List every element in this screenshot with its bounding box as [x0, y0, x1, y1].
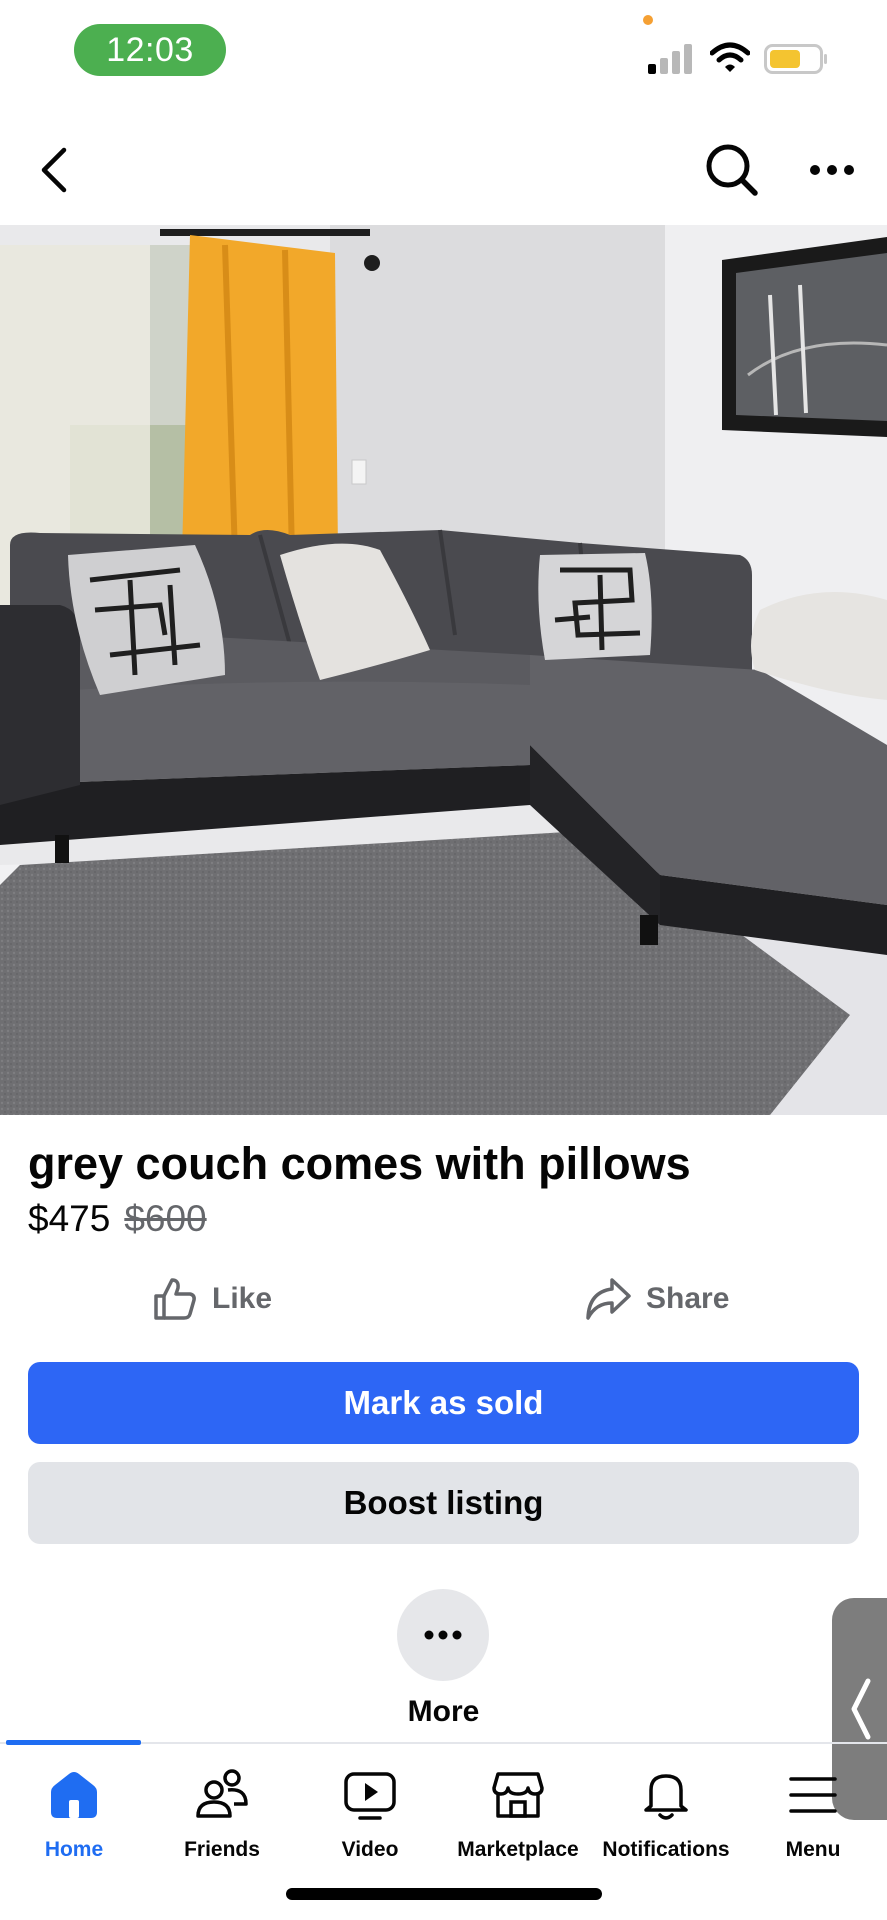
home-icon [51, 1772, 97, 1818]
back-icon [41, 147, 67, 193]
reaction-row: Like Share [0, 1268, 887, 1330]
tab-label-video: Video [341, 1838, 399, 1861]
tab-label-marketplace: Marketplace [457, 1838, 579, 1861]
tab-video[interactable]: Video [296, 1746, 444, 1866]
more-label: More [407, 1695, 480, 1728]
like-icon [154, 1278, 196, 1320]
more-horizontal-icon [810, 165, 854, 175]
more-actions-button[interactable] [397, 1589, 489, 1681]
tab-label-menu: Menu [785, 1838, 841, 1861]
share-button[interactable]: Share [584, 1268, 729, 1330]
bell-icon [644, 1774, 688, 1820]
cellular-signal-icon [648, 44, 692, 74]
search-icon [706, 144, 758, 196]
tab-label-notifications: Notifications [602, 1838, 730, 1861]
boost-listing-button[interactable]: Boost listing [28, 1462, 859, 1544]
bottom-tab-bar: Home Friends Video Marketplace Notificat… [0, 1746, 887, 1866]
battery-icon [764, 44, 827, 74]
back-button[interactable] [18, 134, 90, 206]
active-tab-indicator [6, 1740, 141, 1745]
couch-photo-illustration [0, 225, 887, 1115]
tab-friends[interactable]: Friends [148, 1746, 296, 1866]
share-label: Share [646, 1282, 730, 1315]
listing-title: grey couch comes with pillows [28, 1138, 691, 1189]
tab-notifications[interactable]: Notifications [592, 1746, 740, 1866]
search-button[interactable] [696, 134, 768, 206]
price-row: $475 $600 [28, 1198, 207, 1240]
status-time: 12:03 [74, 24, 226, 76]
mark-as-sold-button[interactable]: Mark as sold [28, 1362, 859, 1444]
share-icon [586, 1278, 631, 1320]
like-button[interactable]: Like [152, 1268, 272, 1330]
privacy-indicator-dot [643, 15, 653, 25]
tab-home[interactable]: Home [0, 1746, 148, 1866]
status-bar: 12:03 [0, 0, 887, 110]
tab-menu[interactable]: Menu [739, 1746, 887, 1866]
listing-photo[interactable] [0, 225, 887, 1115]
wifi-icon [710, 42, 750, 72]
home-indicator [286, 1888, 602, 1900]
like-label: Like [212, 1282, 273, 1315]
menu-icon [789, 1777, 837, 1813]
more-horizontal-icon [424, 1630, 462, 1640]
listing-original-price: $600 [124, 1198, 207, 1239]
friends-icon [196, 1769, 248, 1818]
top-nav [0, 120, 887, 224]
more-options-button[interactable] [796, 134, 868, 206]
video-icon [344, 1772, 396, 1820]
chevron-left-icon [851, 1678, 870, 1740]
listing-price: $475 [28, 1198, 111, 1239]
tab-label-home: Home [44, 1838, 104, 1861]
marketplace-icon [492, 1772, 544, 1818]
tab-label-friends: Friends [184, 1838, 260, 1861]
tab-marketplace[interactable]: Marketplace [444, 1746, 592, 1866]
